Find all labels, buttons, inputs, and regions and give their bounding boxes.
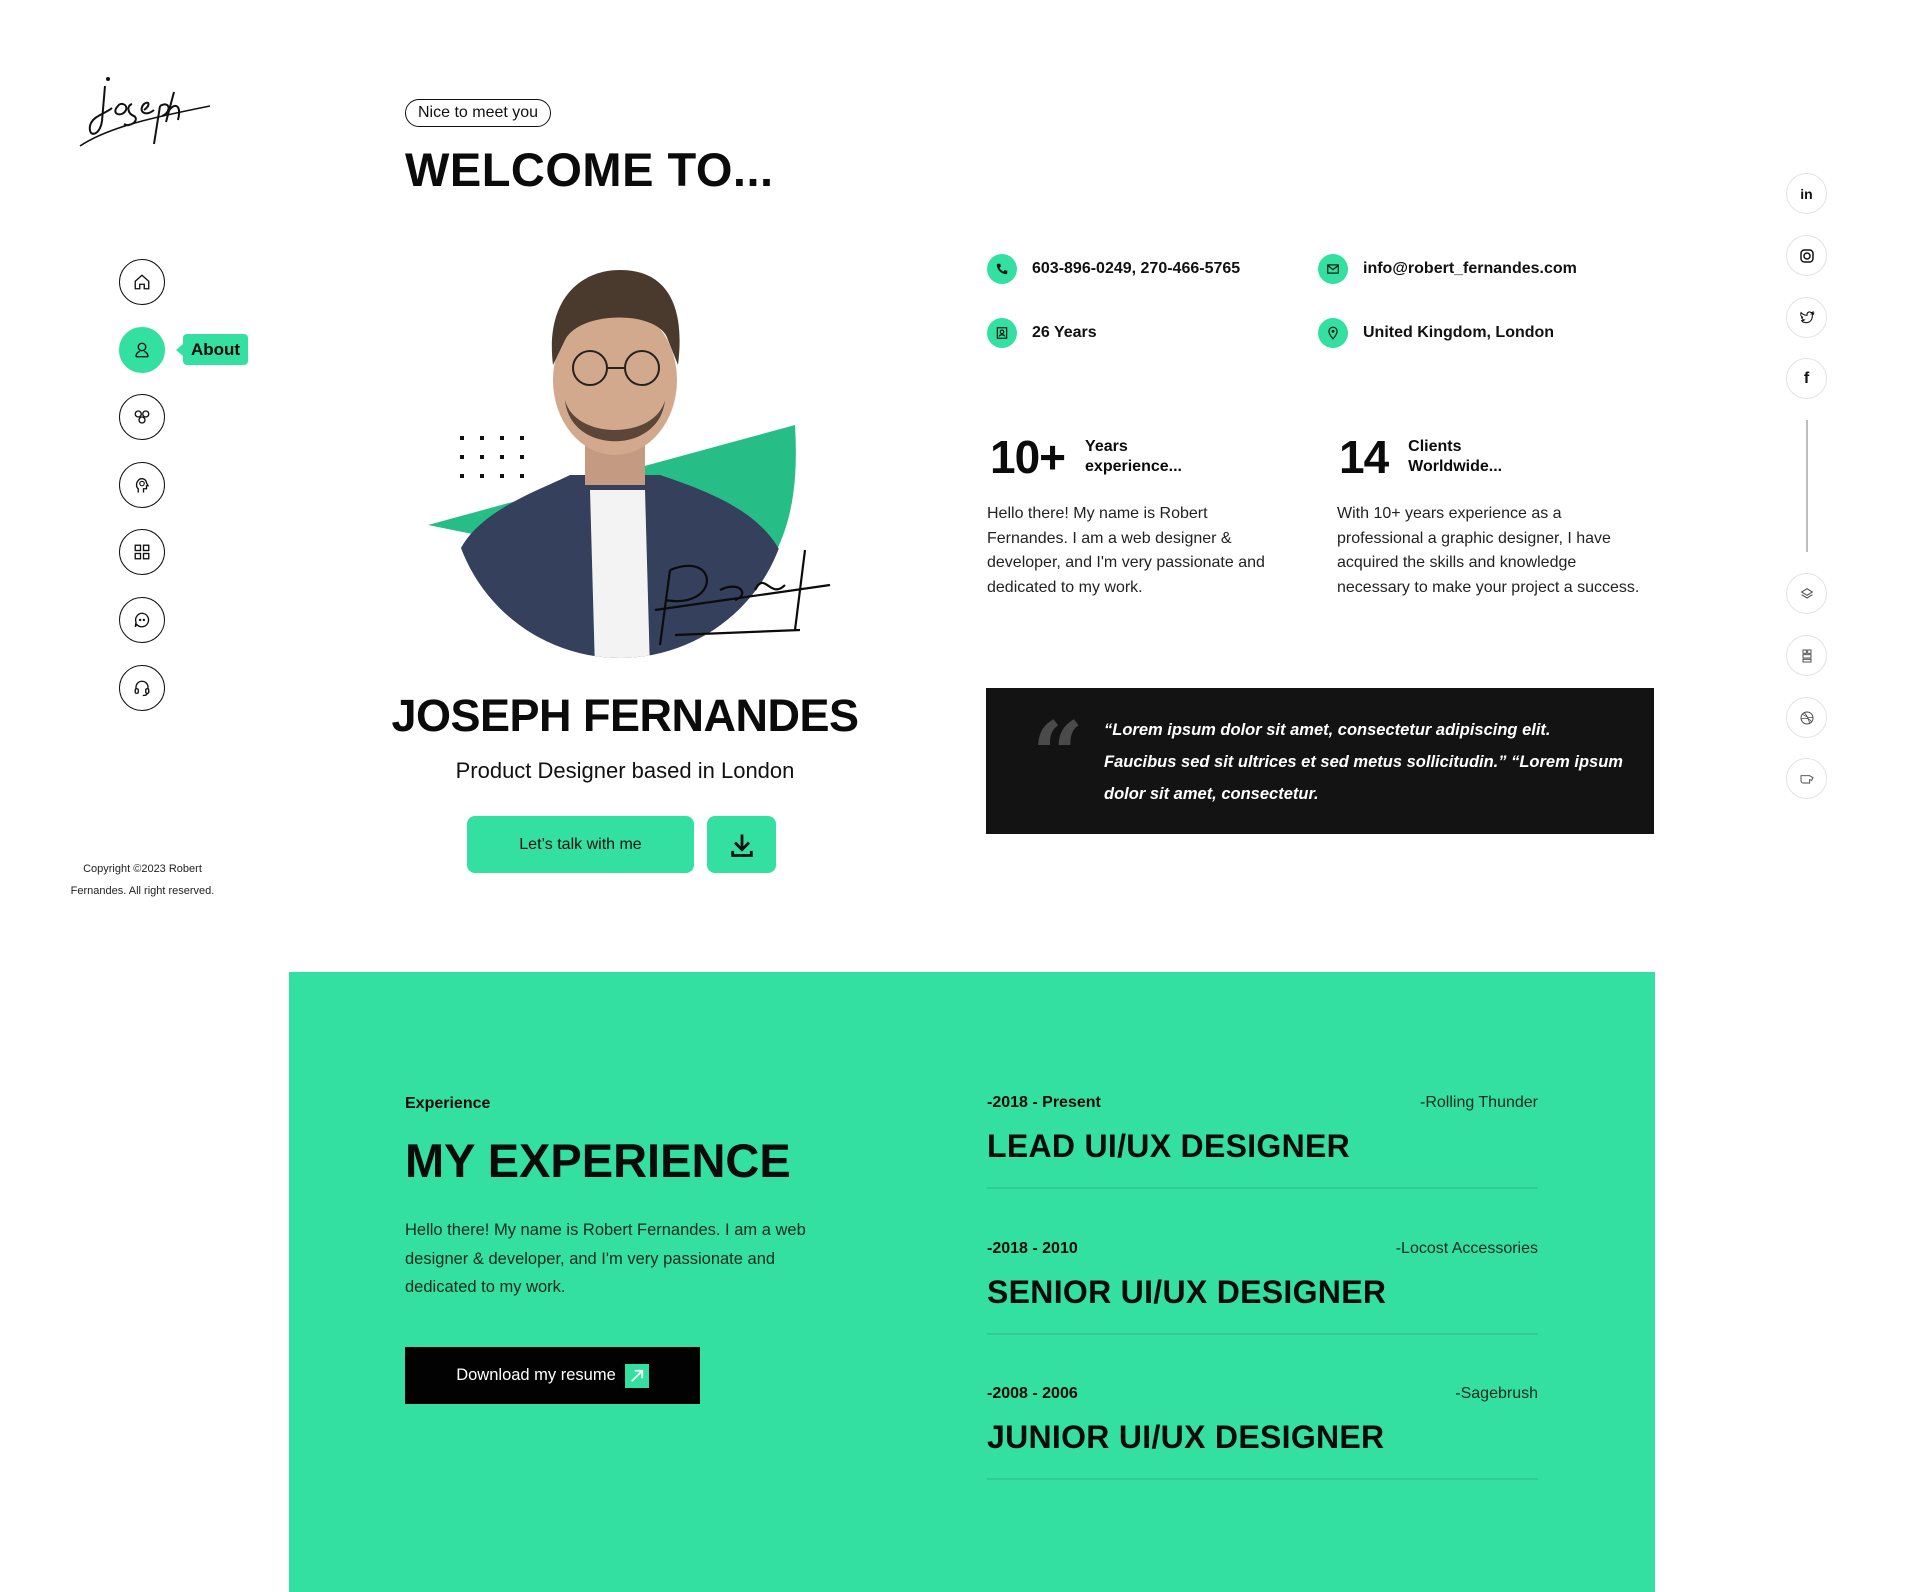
job-item: -2018 - 2010 -Locost Accessories SENIOR …	[987, 1240, 1538, 1335]
nav-testimonials-button[interactable]	[119, 597, 165, 643]
idea-head-icon	[135, 478, 150, 493]
quote-mark-icon: “	[1032, 702, 1084, 808]
user-icon	[135, 342, 149, 358]
job-company: -Rolling Thunder	[1420, 1094, 1538, 1111]
job-divider	[987, 1333, 1538, 1335]
stat-years: 10+ Years experience...	[990, 430, 1182, 484]
phone-icon-badge	[987, 254, 1017, 284]
stat-years-label: Years experience...	[1085, 437, 1182, 477]
nav-tooltip: About	[175, 334, 249, 365]
arrow-up-right-icon-badge	[624, 1363, 649, 1388]
id-card-icon	[996, 327, 1008, 339]
experience-title: MY EXPERIENCE	[405, 1134, 791, 1187]
grid-icon	[134, 544, 150, 560]
portrait	[420, 250, 840, 670]
location-pin-icon	[1328, 326, 1338, 340]
qr-grid-icon	[1802, 649, 1811, 662]
logo[interactable]	[70, 66, 220, 156]
job-item: -2018 - Present -Rolling Thunder LEAD UI…	[987, 1094, 1538, 1189]
stat-years-label-line1: Years	[1085, 438, 1128, 455]
talk-with-me-button[interactable]: Let’s talk with me	[467, 816, 694, 873]
nav-home-button[interactable]	[119, 259, 165, 305]
qr-grid-link[interactable]	[1786, 635, 1827, 676]
download-resume-label: Download my resume	[456, 1366, 616, 1384]
contact-age: 26 Years	[987, 318, 1097, 348]
stat-years-text: Hello there! My name is Robert Fernandes…	[987, 505, 1265, 596]
nav-skills-button[interactable]	[119, 462, 165, 508]
layers-link[interactable]	[1786, 573, 1827, 614]
stat-clients-text: With 10+ years experience as a professio…	[1337, 505, 1640, 596]
profile-role: Product Designer based in London	[455, 758, 795, 783]
copyright-line1: Copyright ©2023 Robert	[83, 863, 202, 875]
social-divider	[1806, 420, 1808, 552]
id-card-icon-badge	[987, 318, 1017, 348]
nav-services-button[interactable]	[119, 394, 165, 440]
dots-decoration	[460, 436, 524, 478]
job-divider	[987, 1478, 1538, 1480]
age-text: 26 Years	[1032, 324, 1097, 341]
stat-clients-label-line2: Worldwide...	[1408, 458, 1503, 475]
twitter-icon	[1799, 310, 1814, 323]
stat-years-label-line2: experience...	[1085, 458, 1182, 475]
location-text: United Kingdom, London	[1363, 324, 1555, 341]
nav-portfolio-button[interactable]	[119, 529, 165, 575]
contact-phone: 603-896-0249, 270-466-5765	[987, 254, 1240, 284]
experience-eyebrow: Experience	[405, 1095, 491, 1112]
chat-icon	[134, 612, 150, 628]
contact-location: United Kingdom, London	[1318, 318, 1554, 348]
headset-icon	[134, 680, 150, 697]
copyright: Copyright ©2023 Robert Fernandes. All ri…	[50, 858, 235, 902]
stat-clients-label-line1: Clients	[1408, 438, 1462, 455]
facebook-link[interactable]: f	[1786, 358, 1827, 399]
arrow-up-right-icon	[630, 1369, 643, 1382]
location-pin-icon-badge	[1318, 318, 1348, 348]
linkedin-icon: in	[1800, 185, 1813, 202]
quote-block: “ “Lorem ipsum dolor sit amet, consectet…	[986, 688, 1654, 834]
gears-icon	[134, 410, 150, 424]
layers-icon	[1800, 587, 1813, 599]
download-resume-button[interactable]: Download my resume	[405, 1347, 700, 1404]
copyright-line2: Fernandes. All right reserved.	[70, 885, 215, 897]
job-dates: -2008 - 2006	[987, 1385, 1078, 1402]
stat-clients: 14 Clients Worldwide...	[1339, 430, 1502, 484]
quote-text: “Lorem ipsum dolor sit amet, consectetur…	[1104, 721, 1623, 803]
job-title: LEAD UI/UX DESIGNER	[987, 1128, 1351, 1164]
job-dates: -2018 - Present	[987, 1094, 1101, 1111]
mail-icon	[1327, 264, 1339, 274]
dribbble-link[interactable]	[1786, 697, 1827, 738]
linkedin-link[interactable]: in	[1786, 173, 1827, 214]
dribbble-icon	[1800, 711, 1813, 724]
experience-text: Hello there! My name is Robert Fernandes…	[405, 1221, 806, 1296]
nav-about-button[interactable]	[119, 327, 165, 373]
instagram-icon	[1799, 248, 1814, 263]
home-icon	[134, 274, 150, 290]
greeting-badge: Nice to meet you	[405, 99, 552, 127]
job-company: -Sagebrush	[1455, 1385, 1538, 1402]
mail-icon-badge	[1318, 254, 1348, 284]
hand-pointer-icon	[1800, 774, 1814, 783]
job-title: JUNIOR UI/UX DESIGNER	[987, 1419, 1385, 1455]
twitter-link[interactable]	[1786, 297, 1827, 338]
contact-email: info@robert_fernandes.com	[1318, 254, 1577, 284]
phone-text[interactable]: 603-896-0249, 270-466-5765	[1032, 260, 1240, 278]
nav-contact-button[interactable]	[119, 665, 165, 711]
stat-clients-label: Clients Worldwide...	[1408, 437, 1502, 477]
facebook-icon: f	[1803, 369, 1810, 387]
stat-clients-number: 14	[1339, 431, 1389, 483]
job-company: -Locost Accessories	[1395, 1240, 1538, 1257]
stat-years-number: 10+	[990, 431, 1066, 483]
job-title: SENIOR UI/UX DESIGNER	[987, 1274, 1387, 1310]
logo-signature	[79, 77, 211, 147]
job-item: -2008 - 2006 -Sagebrush JUNIOR UI/UX DES…	[987, 1385, 1538, 1480]
hand-pointer-link[interactable]	[1786, 758, 1827, 799]
welcome-heading: WELCOME TO...	[405, 143, 774, 196]
instagram-link[interactable]	[1786, 235, 1827, 276]
job-dates: -2018 - 2010	[987, 1240, 1078, 1257]
profile-name: JOSEPH FERNANDES	[391, 690, 859, 741]
phone-icon	[996, 263, 1008, 275]
download-button[interactable]	[707, 816, 776, 873]
email-text[interactable]: info@robert_fernandes.com	[1363, 260, 1577, 278]
job-divider	[987, 1187, 1538, 1189]
download-icon	[730, 834, 753, 857]
